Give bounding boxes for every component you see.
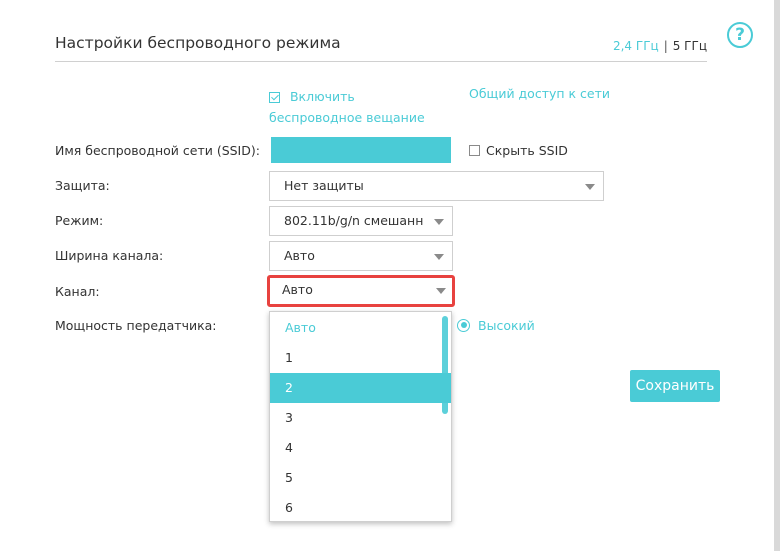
chevron-down-icon: [434, 254, 444, 260]
channel-option[interactable]: 4: [270, 433, 451, 463]
channel-option-highlighted[interactable]: 2: [270, 373, 451, 403]
channel-value: Авто: [282, 282, 313, 297]
hide-ssid-label: Скрыть SSID: [486, 143, 568, 158]
enable-broadcast-toggle[interactable]: Включить беспроводное вещание: [269, 86, 425, 128]
chevron-down-icon: [434, 219, 444, 225]
ssid-input[interactable]: [271, 137, 451, 163]
enable-broadcast-label-2: беспроводное вещание: [269, 110, 425, 125]
channel-option[interactable]: Авто: [270, 313, 451, 343]
security-value: Нет защиты: [284, 178, 364, 193]
channel-label: Канал:: [55, 284, 100, 299]
band-24-link[interactable]: 2,4 ГГц: [613, 39, 659, 53]
tx-power-label: Мощность передатчика:: [55, 318, 217, 333]
chevron-down-icon: [436, 288, 446, 294]
security-select[interactable]: Нет защиты: [269, 171, 604, 201]
save-button[interactable]: Сохранить: [630, 370, 720, 402]
mode-value: 802.11b/g/n смешанн: [284, 213, 424, 228]
ssid-label: Имя беспроводной сети (SSID):: [55, 143, 260, 158]
channel-width-value: Авто: [284, 248, 315, 263]
page-title: Настройки беспроводного режима: [55, 34, 341, 52]
security-label: Защита:: [55, 178, 110, 193]
channel-select[interactable]: Авто: [267, 275, 455, 307]
header-divider: [55, 61, 707, 62]
hide-ssid-toggle[interactable]: Скрыть SSID: [469, 143, 568, 158]
tx-power-high-label: Высокий: [478, 318, 535, 333]
channel-option[interactable]: 1: [270, 343, 451, 373]
dropdown-scrollbar[interactable]: [442, 316, 448, 414]
band-switch: 2,4 ГГц | 5 ГГц: [613, 39, 707, 53]
channel-option[interactable]: 5: [270, 463, 451, 493]
channel-width-label: Ширина канала:: [55, 248, 164, 263]
channel-width-select[interactable]: Авто: [269, 241, 453, 271]
enable-broadcast-checkbox[interactable]: [269, 92, 280, 103]
channel-option[interactable]: 6: [270, 493, 451, 521]
band-separator: |: [663, 39, 668, 53]
hide-ssid-checkbox[interactable]: [469, 145, 480, 156]
network-sharing-link[interactable]: Общий доступ к сети: [469, 86, 610, 102]
help-icon[interactable]: ?: [727, 22, 753, 48]
radio-selected-icon[interactable]: [457, 318, 470, 332]
mode-label: Режим:: [55, 213, 104, 228]
band-5-link[interactable]: 5 ГГц: [673, 39, 707, 53]
channel-dropdown-list: Авто 1 2 3 4 5 6: [269, 311, 452, 522]
mode-select[interactable]: 802.11b/g/n смешанн: [269, 206, 453, 236]
channel-option[interactable]: 3: [270, 403, 451, 433]
tx-power-high-option[interactable]: Высокий: [457, 318, 535, 333]
chevron-down-icon: [585, 184, 595, 190]
enable-broadcast-label: Включить: [289, 89, 355, 104]
